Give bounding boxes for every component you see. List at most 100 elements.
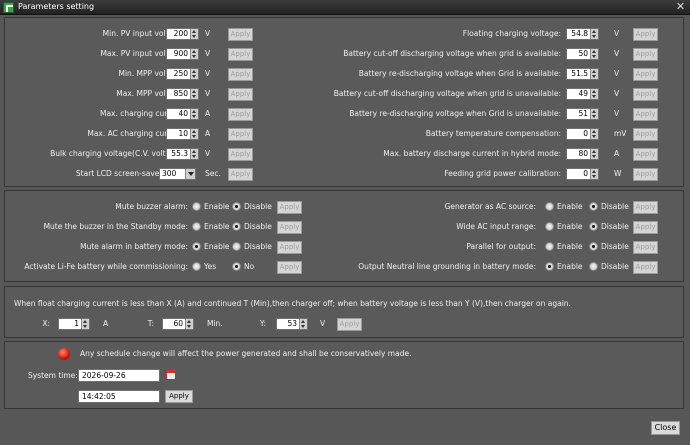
spinner-arrows[interactable] — [190, 149, 198, 159]
param-apply-button[interactable]: Apply — [633, 148, 658, 161]
radio-option-1[interactable] — [192, 262, 201, 271]
param-input[interactable]: 80 — [566, 148, 599, 160]
float-apply-button[interactable]: Apply — [337, 318, 362, 331]
chevron-down-icon[interactable] — [185, 169, 195, 179]
spinner-arrows[interactable] — [190, 29, 198, 39]
option-apply-button[interactable]: Apply — [633, 261, 658, 274]
float-x-input[interactable]: 1 — [58, 318, 90, 330]
float-x-unit: A — [103, 319, 109, 328]
param-value: 54.8 — [571, 29, 588, 38]
radio-option-2[interactable] — [589, 262, 598, 271]
option-apply-button[interactable]: Apply — [633, 201, 658, 214]
param-input[interactable]: 51 — [566, 108, 599, 120]
param-apply-button[interactable]: Apply — [633, 108, 658, 121]
param-input[interactable]: 0 — [566, 128, 599, 140]
param-apply-button[interactable]: Apply — [633, 48, 658, 61]
spinner-arrows[interactable] — [590, 89, 598, 99]
radio-option-1[interactable] — [192, 242, 201, 251]
option-apply-button[interactable]: Apply — [633, 221, 658, 234]
radio-option-1-label: Enable — [557, 262, 583, 271]
param-input[interactable]: 200 — [166, 28, 199, 40]
time-field[interactable]: 14:42:05 — [78, 390, 160, 403]
option-apply-button[interactable]: Apply — [277, 201, 302, 214]
param-value: 49 — [578, 89, 588, 98]
param-input[interactable]: 250 — [166, 68, 199, 80]
param-input[interactable]: 51.5 — [566, 68, 599, 80]
param-input[interactable]: 850 — [166, 88, 199, 100]
radio-option-1[interactable] — [545, 262, 554, 271]
param-apply-button[interactable]: Apply — [228, 68, 253, 81]
param-label: Bulk charging voltage(C.V. voltage): — [50, 149, 185, 158]
radio-option-2[interactable] — [232, 202, 241, 211]
close-icon[interactable]: ✕ — [674, 1, 687, 13]
param-apply-button[interactable]: Apply — [228, 108, 253, 121]
param-input[interactable]: 40 — [166, 108, 199, 120]
spinner-arrows[interactable] — [590, 49, 598, 59]
time-apply-button[interactable]: Apply — [165, 390, 193, 403]
option-apply-button[interactable]: Apply — [633, 241, 658, 254]
param-apply-button[interactable]: Apply — [228, 48, 253, 61]
calendar-icon[interactable] — [166, 370, 176, 380]
param-unit: V — [205, 29, 211, 38]
radio-option-2[interactable] — [232, 242, 241, 251]
option-apply-button[interactable]: Apply — [277, 241, 302, 254]
spinner-arrows[interactable] — [190, 109, 198, 119]
close-button[interactable]: Close — [651, 421, 680, 435]
param-input[interactable]: 50 — [566, 48, 599, 60]
param-apply-button[interactable]: Apply — [633, 128, 658, 141]
param-unit: V — [205, 89, 211, 98]
param-apply-button[interactable]: Apply — [228, 168, 253, 181]
radio-option-2-label: Disable — [601, 202, 629, 211]
param-input[interactable]: 10 — [166, 128, 199, 140]
param-unit: W — [614, 169, 622, 178]
radio-option-2[interactable] — [589, 242, 598, 251]
float-t-unit: Min. — [207, 319, 223, 328]
param-apply-button[interactable]: Apply — [228, 128, 253, 141]
param-value: 0 — [583, 169, 588, 178]
spinner-arrows[interactable] — [190, 89, 198, 99]
spinner-arrows[interactable] — [590, 149, 598, 159]
screensaver-select[interactable]: 300 — [159, 168, 196, 180]
param-apply-button[interactable]: Apply — [633, 68, 658, 81]
float-t-input[interactable]: 60 — [162, 318, 194, 330]
param-input[interactable]: 0 — [566, 168, 599, 180]
param-input[interactable]: 49 — [566, 88, 599, 100]
radio-option-2[interactable] — [589, 222, 598, 231]
option-apply-button[interactable]: Apply — [277, 261, 302, 274]
param-input[interactable]: 900 — [166, 48, 199, 60]
radio-option-2[interactable] — [589, 202, 598, 211]
spinner-arrows[interactable] — [590, 29, 598, 39]
spinner-arrows[interactable] — [590, 109, 598, 119]
param-label: Max. AC charging current: — [87, 129, 185, 138]
radio-option-2[interactable] — [232, 262, 241, 271]
spinner-arrows[interactable] — [190, 69, 198, 79]
option-label: Parallel for output: — [466, 242, 536, 251]
param-label: Max. PV input voltage: — [100, 49, 185, 58]
radio-option-1[interactable] — [545, 242, 554, 251]
radio-option-1[interactable] — [192, 222, 201, 231]
radio-option-1[interactable] — [545, 202, 554, 211]
float-y-input[interactable]: 53 — [276, 318, 308, 330]
spinner-arrows[interactable] — [590, 69, 598, 79]
param-unit: V — [614, 69, 620, 78]
param-label: Max. MPP voltage: — [116, 89, 185, 98]
spinner-arrows[interactable] — [590, 129, 598, 139]
radio-option-1[interactable] — [192, 202, 201, 211]
radio-option-1[interactable] — [545, 222, 554, 231]
param-apply-button[interactable]: Apply — [633, 28, 658, 41]
param-value: 80 — [578, 149, 588, 158]
spinner-arrows[interactable] — [190, 49, 198, 59]
param-input[interactable]: 55.3 — [166, 148, 199, 160]
param-input[interactable]: 54.8 — [566, 28, 599, 40]
date-field[interactable]: 2026-09-26 — [78, 369, 160, 382]
param-unit: V — [614, 109, 620, 118]
spinner-arrows[interactable] — [590, 169, 598, 179]
param-apply-button[interactable]: Apply — [633, 168, 658, 181]
param-apply-button[interactable]: Apply — [228, 28, 253, 41]
param-apply-button[interactable]: Apply — [228, 88, 253, 101]
param-apply-button[interactable]: Apply — [228, 148, 253, 161]
param-apply-button[interactable]: Apply — [633, 88, 658, 101]
spinner-arrows[interactable] — [190, 129, 198, 139]
radio-option-2[interactable] — [232, 222, 241, 231]
option-apply-button[interactable]: Apply — [277, 221, 302, 234]
